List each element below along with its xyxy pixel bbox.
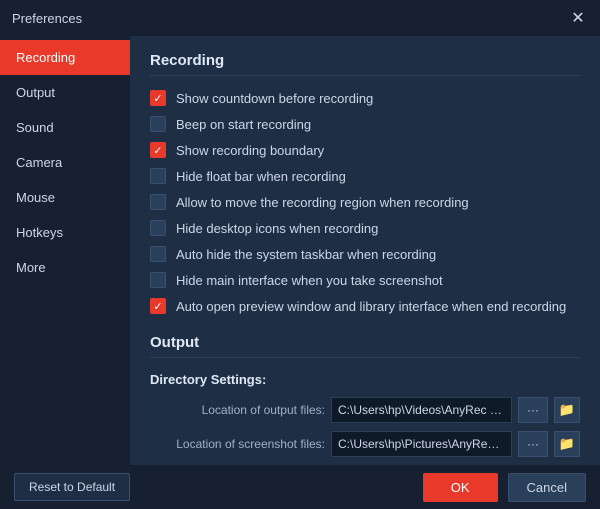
checkboxes-container: ✓ Show countdown before recording Beep on … — [150, 90, 580, 314]
checkbox-floatbar[interactable] — [150, 168, 166, 184]
sidebar-item-recording[interactable]: Recording — [0, 40, 130, 75]
sidebar-item-camera[interactable]: Camera — [0, 145, 130, 180]
output-files-row: Location of output files: ··· 📁 — [150, 397, 580, 423]
sidebar-item-mouse[interactable]: Mouse — [0, 180, 130, 215]
checkbox-row-autoopen: ✓ Auto open preview window and library in… — [150, 298, 580, 314]
checkbox-moveregion[interactable] — [150, 194, 166, 210]
footer: Reset to Default OK Cancel — [0, 465, 600, 509]
footer-actions: OK Cancel — [423, 473, 586, 502]
output-files-label: Location of output files: — [150, 403, 325, 417]
screenshot-files-input[interactable] — [331, 431, 512, 457]
checkbox-row-beep: Beep on start recording — [150, 116, 580, 132]
checkbox-label-maininterface: Hide main interface when you take screen… — [176, 273, 443, 288]
content-area: Recording ✓ Show countdown before recordi… — [130, 36, 600, 465]
checkbox-row-maininterface: Hide main interface when you take screen… — [150, 272, 580, 288]
checkbox-autoopen[interactable]: ✓ — [150, 298, 166, 314]
cancel-button[interactable]: Cancel — [508, 473, 586, 502]
preferences-window: Preferences ✕ Recording Output Sound Cam… — [0, 0, 600, 509]
checkbox-row-countdown: ✓ Show countdown before recording — [150, 90, 580, 106]
sidebar: Recording Output Sound Camera Mouse Hotk… — [0, 36, 130, 465]
checkbox-maininterface[interactable] — [150, 272, 166, 288]
output-files-input[interactable] — [331, 397, 512, 423]
close-button[interactable]: ✕ — [568, 8, 588, 28]
screenshot-files-dots-button[interactable]: ··· — [518, 431, 548, 457]
checkbox-desktopicons[interactable] — [150, 220, 166, 236]
sidebar-item-sound[interactable]: Sound — [0, 110, 130, 145]
checkbox-label-beep: Beep on start recording — [176, 117, 311, 132]
reset-button[interactable]: Reset to Default — [14, 473, 130, 501]
checkbox-label-autoopen: Auto open preview window and library int… — [176, 299, 566, 314]
output-section-title: Output — [150, 334, 580, 358]
checkbox-row-desktopicons: Hide desktop icons when recording — [150, 220, 580, 236]
checkbox-label-floatbar: Hide float bar when recording — [176, 169, 346, 184]
screenshot-files-row: Location of screenshot files: ··· 📁 — [150, 431, 580, 457]
output-files-folder-button[interactable]: 📁 — [554, 397, 580, 423]
titlebar: Preferences ✕ — [0, 0, 600, 36]
checkbox-label-boundary: Show recording boundary — [176, 143, 324, 158]
checkbox-row-moveregion: Allow to move the recording region when … — [150, 194, 580, 210]
sidebar-item-more[interactable]: More — [0, 250, 130, 285]
titlebar-title: Preferences — [12, 11, 82, 26]
main-content: Recording Output Sound Camera Mouse Hotk… — [0, 36, 600, 465]
directory-settings-title: Directory Settings: — [150, 372, 580, 387]
sidebar-item-hotkeys[interactable]: Hotkeys — [0, 215, 130, 250]
checkbox-countdown[interactable]: ✓ — [150, 90, 166, 106]
checkbox-boundary[interactable]: ✓ — [150, 142, 166, 158]
screenshot-files-folder-button[interactable]: 📁 — [554, 431, 580, 457]
ok-button[interactable]: OK — [423, 473, 498, 502]
recording-section-title: Recording — [150, 52, 580, 76]
sidebar-item-output[interactable]: Output — [0, 75, 130, 110]
checkbox-beep[interactable] — [150, 116, 166, 132]
output-section: Output Directory Settings: Location of o… — [150, 334, 580, 465]
checkbox-row-floatbar: Hide float bar when recording — [150, 168, 580, 184]
checkbox-label-desktopicons: Hide desktop icons when recording — [176, 221, 378, 236]
checkbox-label-moveregion: Allow to move the recording region when … — [176, 195, 469, 210]
screenshot-files-label: Location of screenshot files: — [150, 437, 325, 451]
checkbox-taskbar[interactable] — [150, 246, 166, 262]
checkbox-row-taskbar: Auto hide the system taskbar when record… — [150, 246, 580, 262]
checkbox-row-boundary: ✓ Show recording boundary — [150, 142, 580, 158]
checkbox-label-taskbar: Auto hide the system taskbar when record… — [176, 247, 436, 262]
output-files-dots-button[interactable]: ··· — [518, 397, 548, 423]
checkbox-label-countdown: Show countdown before recording — [176, 91, 373, 106]
